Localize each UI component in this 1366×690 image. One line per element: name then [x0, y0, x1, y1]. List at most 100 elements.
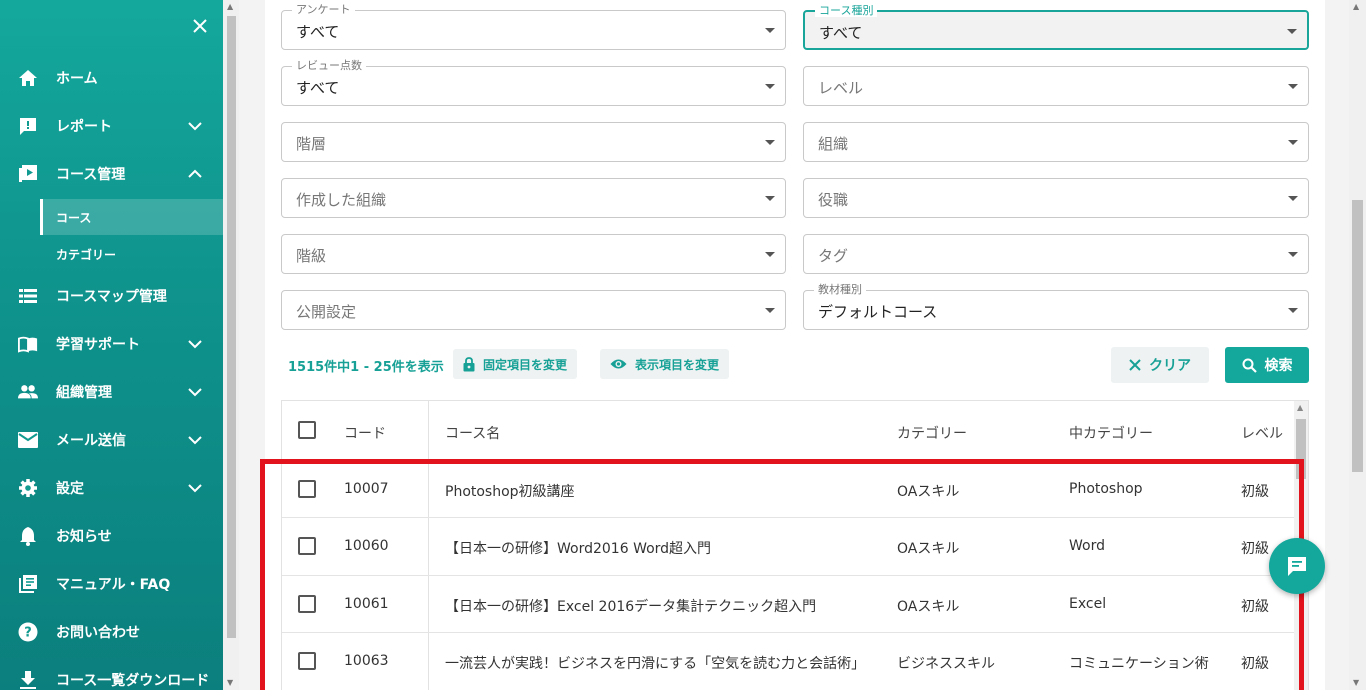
- sidebar-subitem-course[interactable]: コース: [40, 199, 223, 235]
- rank-select[interactable]: 階級: [281, 234, 786, 274]
- table-row[interactable]: 10061 【日本一の研修】Excel 2016データ集計テクニック超入門 OA…: [282, 576, 1294, 633]
- cell-category: OAスキル: [897, 541, 960, 557]
- header-name[interactable]: コース名: [445, 423, 500, 443]
- sidebar-item-label: お問い合わせ: [56, 625, 140, 641]
- header-subcategory[interactable]: 中カテゴリー: [1069, 423, 1153, 443]
- select-all-checkbox[interactable]: [298, 421, 316, 439]
- chat-icon: [1288, 557, 1306, 576]
- scroll-up-icon[interactable]: ▲: [227, 2, 235, 11]
- sidebar-item-notice[interactable]: お知らせ: [0, 518, 223, 554]
- chevron-down-icon: [186, 335, 204, 353]
- field-value: すべて: [296, 79, 340, 97]
- sidebar-item-label: 学習サポート: [56, 337, 140, 353]
- manual-icon: [18, 574, 38, 594]
- table-row[interactable]: 10063 一流芸人が実践！ビジネスを円滑にする「空気を読む力と会話術」 ビジネ…: [282, 633, 1294, 690]
- sidebar-item-settings[interactable]: 設定: [0, 470, 223, 506]
- field-label: レビュー点数: [292, 60, 366, 72]
- sidebar-item-organization[interactable]: 組織管理: [0, 374, 223, 410]
- field-placeholder: 組織: [818, 135, 849, 153]
- cell-name[interactable]: 一流芸人が実践！ビジネスを円滑にする「空気を読む力と会話術」: [445, 653, 865, 673]
- sidebar-item-manual-faq[interactable]: マニュアル・FAQ: [0, 566, 223, 602]
- button-label: 検索: [1264, 358, 1293, 374]
- caret-down-icon: [765, 140, 775, 145]
- header-category[interactable]: カテゴリー: [897, 423, 967, 443]
- field-value: すべて: [296, 23, 340, 41]
- scroll-up-icon[interactable]: ▲: [1297, 403, 1303, 412]
- button-label: クリア: [1149, 358, 1191, 374]
- gear-icon: [18, 478, 38, 498]
- change-display-items-button[interactable]: 表示項目を変更: [600, 349, 730, 379]
- position-select[interactable]: 役職: [803, 178, 1309, 218]
- button-label: 固定項目を変更: [483, 357, 568, 372]
- sidebar-item-learning-support[interactable]: 学習サポート: [0, 326, 223, 362]
- header-level[interactable]: レベル: [1241, 423, 1283, 443]
- sidebar-item-download[interactable]: コース一覧ダウンロード: [0, 662, 223, 690]
- chevron-down-icon: [186, 117, 204, 135]
- caret-down-icon: [765, 252, 775, 257]
- questionnaire-select[interactable]: アンケート すべて: [281, 4, 786, 50]
- caret-down-icon: [1288, 84, 1298, 89]
- cell-level: 初級: [1241, 599, 1269, 615]
- row-checkbox[interactable]: [298, 537, 316, 555]
- created-org-select[interactable]: 作成した組織: [281, 178, 786, 218]
- organization-select[interactable]: 組織: [803, 122, 1309, 162]
- cell-name[interactable]: 【日本一の研修】Word2016 Word超入門: [445, 538, 711, 558]
- sidebar-scrollbar[interactable]: ▲ ▼: [223, 0, 239, 690]
- sidebar: ホーム レポート コース管理 コース カテゴリー コースマップ管理 学習サポート…: [0, 0, 223, 690]
- chat-fab-button[interactable]: [1269, 538, 1325, 594]
- close-icon: [193, 19, 207, 33]
- search-button[interactable]: 検索: [1225, 347, 1309, 383]
- chevron-up-icon: [186, 165, 204, 183]
- review-score-select[interactable]: レビュー点数 すべて: [281, 60, 786, 106]
- scroll-down-icon[interactable]: ▼: [227, 678, 235, 687]
- row-checkbox[interactable]: [298, 652, 316, 670]
- table-row[interactable]: 10007 Photoshop初級講座 OAスキル Photoshop 初級: [282, 461, 1294, 518]
- sidebar-subitem-category[interactable]: カテゴリー: [40, 236, 223, 272]
- level-select[interactable]: レベル: [803, 66, 1309, 106]
- caret-down-icon: [765, 84, 775, 89]
- chevron-down-icon: [186, 383, 204, 401]
- sidebar-item-home[interactable]: ホーム: [0, 60, 223, 96]
- sidebar-item-mail[interactable]: メール送信: [0, 422, 223, 458]
- table-row[interactable]: 10060 【日本一の研修】Word2016 Word超入門 OAスキル Wor…: [282, 518, 1294, 576]
- material-type-select[interactable]: 教材種別 デフォルトコース: [803, 284, 1309, 330]
- page-scrollbar[interactable]: ▲ ▼: [1349, 0, 1366, 690]
- cell-category: OAスキル: [897, 599, 960, 615]
- sidebar-item-label: レポート: [56, 119, 112, 135]
- scrollbar-thumb[interactable]: [1296, 419, 1306, 479]
- header-code[interactable]: コード: [344, 423, 386, 443]
- publish-setting-select[interactable]: 公開設定: [281, 290, 786, 330]
- hierarchy-select[interactable]: 階層: [281, 122, 786, 162]
- caret-down-icon: [1288, 140, 1298, 145]
- scrollbar-thumb[interactable]: [227, 16, 236, 638]
- sidebar-item-contact[interactable]: ? お問い合わせ: [0, 614, 223, 650]
- course-icon: [18, 164, 38, 184]
- scroll-up-icon[interactable]: ▲: [1353, 2, 1359, 11]
- report-icon: [18, 116, 38, 136]
- cell-code: 10007: [344, 481, 389, 497]
- close-sidebar-button[interactable]: [188, 14, 212, 38]
- cell-name[interactable]: Photoshop初級講座: [445, 481, 575, 501]
- field-placeholder: 階層: [296, 135, 327, 153]
- field-placeholder: 役職: [818, 191, 849, 209]
- course-type-select[interactable]: コース種別 すべて: [803, 5, 1309, 50]
- field-placeholder: タグ: [818, 247, 849, 265]
- row-checkbox[interactable]: [298, 595, 316, 613]
- list-icon: [18, 286, 38, 306]
- row-checkbox[interactable]: [298, 480, 316, 498]
- cell-subcategory: コミュニケーション術: [1069, 656, 1209, 672]
- lock-icon: [463, 356, 475, 372]
- bell-icon: [18, 526, 38, 546]
- cell-name[interactable]: 【日本一の研修】Excel 2016データ集計テクニック超入門: [445, 596, 816, 616]
- field-placeholder: 公開設定: [296, 303, 357, 321]
- scroll-down-icon[interactable]: ▼: [1353, 678, 1359, 687]
- change-fixed-items-button[interactable]: 固定項目を変更: [453, 349, 578, 379]
- tag-select[interactable]: タグ: [803, 234, 1309, 274]
- field-placeholder: レベル: [818, 79, 864, 97]
- sidebar-item-report[interactable]: レポート: [0, 108, 223, 144]
- clear-button[interactable]: クリア: [1111, 347, 1209, 383]
- help-icon: ?: [18, 622, 38, 642]
- scrollbar-thumb[interactable]: [1352, 200, 1363, 472]
- sidebar-item-course-map[interactable]: コースマップ管理: [0, 278, 223, 314]
- sidebar-item-course-management[interactable]: コース管理: [0, 156, 223, 192]
